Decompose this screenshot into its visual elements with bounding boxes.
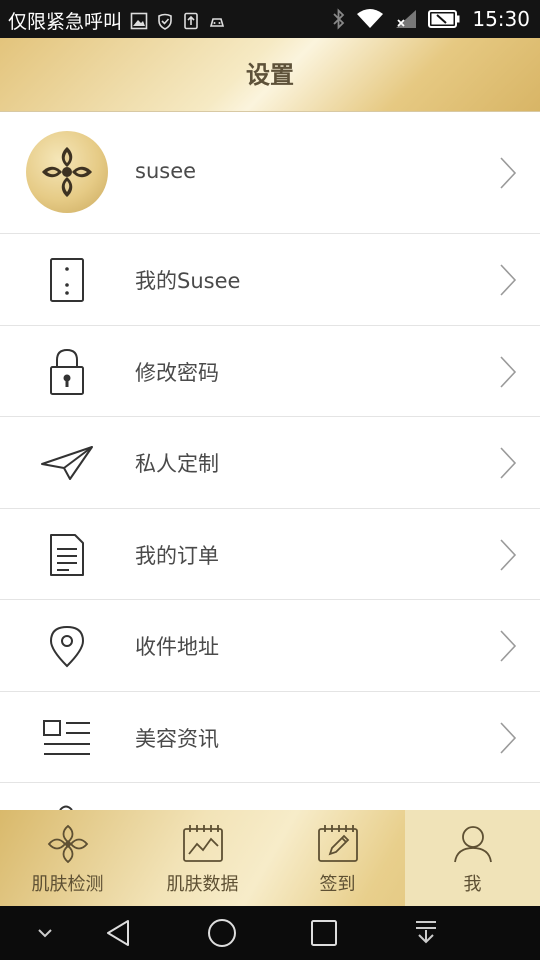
paper-plane-icon <box>41 446 93 480</box>
chevron-right-icon <box>500 447 517 479</box>
home-icon[interactable] <box>205 916 239 950</box>
chevron-right-icon <box>500 355 517 388</box>
user-icon <box>454 826 492 863</box>
menu-item-my-susee[interactable]: 我的Susee <box>0 234 540 326</box>
menu-item-label: 私人定制 <box>135 452 219 476</box>
tab-skin-data[interactable]: 肌肤数据 <box>135 810 270 906</box>
menu-item-shipping-address[interactable]: 收件地址 <box>0 600 540 692</box>
menu-item-label: 修改密码 <box>135 360 219 385</box>
icon-wrap <box>26 239 108 321</box>
signal-icon <box>396 10 417 28</box>
icon-wrap <box>26 697 108 779</box>
chevron-right-icon <box>500 538 517 571</box>
chart-calendar-icon <box>183 825 223 862</box>
icon-wrap <box>26 422 108 504</box>
menu-item-label: 我的订单 <box>135 543 219 568</box>
menu-item-label: 收件地址 <box>135 635 219 659</box>
status-bar-right: 15:30 <box>322 6 530 32</box>
clock: 15:30 <box>472 7 530 31</box>
username-label: susee <box>135 159 197 183</box>
news-icon <box>43 719 90 755</box>
notification-pull-icon[interactable] <box>409 916 443 950</box>
tab-label: 我 <box>463 874 482 895</box>
tab-me[interactable]: 我 <box>405 810 540 906</box>
shield-notification-icon <box>158 13 172 30</box>
brand-flower-icon <box>42 147 92 197</box>
location-pin-icon <box>49 625 85 668</box>
icon-wrap <box>26 514 108 596</box>
menu-item-label: 美容资讯 <box>135 726 219 751</box>
settings-list: susee 我的Susee 修改密码 私人定制 我的订单 收件地址 美容资讯 <box>0 112 540 823</box>
bluetooth-icon <box>333 8 345 30</box>
app-header: 设置 <box>0 38 540 112</box>
bottom-tab-bar: 肌肤检测 肌肤数据 签到 我 <box>0 810 540 906</box>
tab-sign-in[interactable]: 签到 <box>270 810 405 906</box>
chevron-right-icon <box>500 630 517 662</box>
system-nav-bar <box>0 906 540 960</box>
page-title: 设置 <box>246 61 294 89</box>
icon-wrap <box>26 331 108 413</box>
icon-wrap <box>26 605 108 687</box>
menu-item-label: 我的Susee <box>135 269 241 293</box>
back-icon[interactable] <box>102 916 136 950</box>
document-icon <box>50 533 84 576</box>
menu-item-private-custom[interactable]: 私人定制 <box>0 417 540 509</box>
gallery-notification-icon <box>130 12 148 29</box>
tab-label: 肌肤数据 <box>166 874 239 895</box>
recent-apps-icon[interactable] <box>307 916 341 950</box>
sign-in-icon <box>318 825 358 862</box>
chevron-right-icon <box>500 721 517 754</box>
tab-label: 签到 <box>319 874 356 895</box>
chevron-down-icon[interactable] <box>28 916 62 950</box>
upload-notification-icon <box>184 12 198 29</box>
carrier-text: 仅限紧急呼叫 <box>8 11 123 33</box>
lock-icon <box>50 348 84 395</box>
menu-item-my-orders[interactable]: 我的订单 <box>0 508 540 600</box>
menu-item-beauty-news[interactable]: 美容资讯 <box>0 691 540 783</box>
flower-icon <box>47 824 89 864</box>
menu-item-change-password[interactable]: 修改密码 <box>0 325 540 417</box>
wifi-icon <box>357 9 384 28</box>
cloud-notification-icon <box>209 17 225 27</box>
chevron-right-icon <box>500 264 517 296</box>
profile-row[interactable]: susee <box>0 112 540 234</box>
battery-icon <box>428 10 460 28</box>
chevron-right-icon <box>500 157 517 189</box>
status-bar-left: 仅限紧急呼叫 <box>8 7 226 34</box>
avatar-wrap <box>26 131 108 213</box>
tab-label: 肌肤检测 <box>31 874 104 895</box>
phone-icon <box>50 258 84 302</box>
tab-skin-test[interactable]: 肌肤检测 <box>0 810 135 906</box>
avatar <box>26 131 108 213</box>
status-bar: 仅限紧急呼叫 15:30 <box>0 0 540 38</box>
